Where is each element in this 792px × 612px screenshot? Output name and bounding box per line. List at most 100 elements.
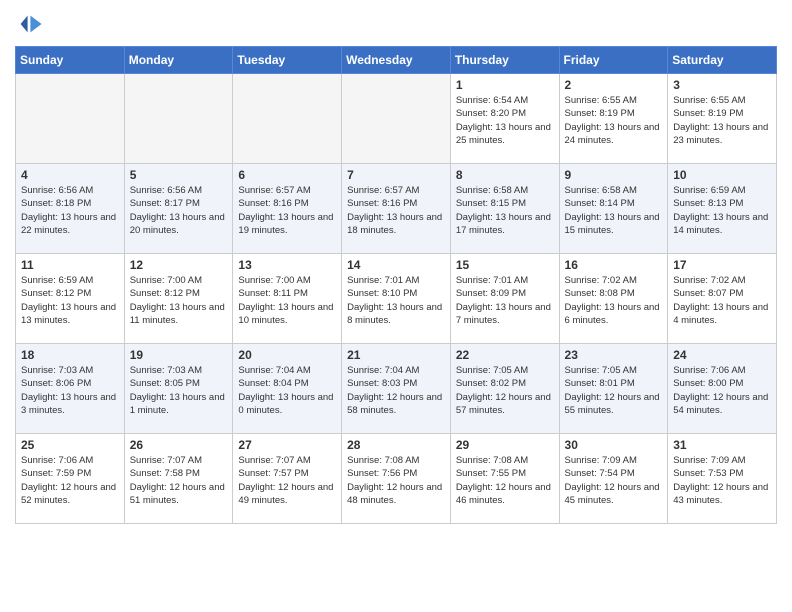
calendar-cell: 4 Sunrise: 6:56 AM Sunset: 8:18 PM Daylig… [16,164,125,254]
calendar-cell: 21 Sunrise: 7:04 AM Sunset: 8:03 PM Dayli… [342,344,451,434]
day-number: 2 [565,78,663,92]
day-number: 18 [21,348,119,362]
calendar-cell: 2 Sunrise: 6:55 AM Sunset: 8:19 PM Daylig… [559,74,668,164]
day-info: Sunrise: 7:07 AM Sunset: 7:57 PM Dayligh… [238,454,336,507]
day-info: Sunrise: 7:02 AM Sunset: 8:08 PM Dayligh… [565,274,663,327]
calendar-cell: 9 Sunrise: 6:58 AM Sunset: 8:14 PM Daylig… [559,164,668,254]
day-number: 10 [673,168,771,182]
day-info: Sunrise: 7:08 AM Sunset: 7:56 PM Dayligh… [347,454,445,507]
day-number: 5 [130,168,228,182]
day-info: Sunrise: 7:06 AM Sunset: 7:59 PM Dayligh… [21,454,119,507]
calendar-cell: 11 Sunrise: 6:59 AM Sunset: 8:12 PM Dayli… [16,254,125,344]
calendar-cell: 25Sunrise: 7:06 AM Sunset: 7:59 PM Dayli… [16,434,125,524]
day-number: 8 [456,168,554,182]
col-header-sunday: Sunday [16,47,125,74]
day-info: Sunrise: 6:58 AM Sunset: 8:15 PM Dayligh… [456,184,554,237]
day-info: Sunrise: 7:03 AM Sunset: 8:05 PM Dayligh… [130,364,228,417]
day-number: 28 [347,438,445,452]
day-number: 29 [456,438,554,452]
calendar-cell: 7 Sunrise: 6:57 AM Sunset: 8:16 PM Daylig… [342,164,451,254]
calendar-cell [233,74,342,164]
day-info: Sunrise: 7:07 AM Sunset: 7:58 PM Dayligh… [130,454,228,507]
calendar-cell: 5 Sunrise: 6:56 AM Sunset: 8:17 PM Daylig… [124,164,233,254]
calendar-cell: 28 Sunrise: 7:08 AM Sunset: 7:56 PM Dayli… [342,434,451,524]
calendar-cell: 19 Sunrise: 7:03 AM Sunset: 8:05 PM Dayli… [124,344,233,434]
calendar-week-row: 11 Sunrise: 6:59 AM Sunset: 8:12 PM Dayli… [16,254,777,344]
day-info: Sunrise: 6:54 AM Sunset: 8:20 PM Dayligh… [456,94,554,147]
calendar-cell: 12Sunrise: 7:00 AM Sunset: 8:12 PM Dayli… [124,254,233,344]
calendar-cell [16,74,125,164]
day-info: Sunrise: 7:02 AM Sunset: 8:07 PM Dayligh… [673,274,771,327]
day-number: 20 [238,348,336,362]
day-number: 14 [347,258,445,272]
day-info: Sunrise: 6:57 AM Sunset: 8:16 PM Dayligh… [347,184,445,237]
day-info: Sunrise: 7:03 AM Sunset: 8:06 PM Dayligh… [21,364,119,417]
calendar-cell: 26Sunrise: 7:07 AM Sunset: 7:58 PM Dayli… [124,434,233,524]
day-number: 4 [21,168,119,182]
calendar-cell: 18 Sunrise: 7:03 AM Sunset: 8:06 PM Dayli… [16,344,125,434]
calendar-cell: 27Sunrise: 7:07 AM Sunset: 7:57 PM Dayli… [233,434,342,524]
calendar-cell: 16 Sunrise: 7:02 AM Sunset: 8:08 PM Dayli… [559,254,668,344]
day-number: 6 [238,168,336,182]
calendar-cell: 14 Sunrise: 7:01 AM Sunset: 8:10 PM Dayli… [342,254,451,344]
col-header-monday: Monday [124,47,233,74]
day-info: Sunrise: 6:58 AM Sunset: 8:14 PM Dayligh… [565,184,663,237]
day-info: Sunrise: 6:56 AM Sunset: 8:17 PM Dayligh… [130,184,228,237]
day-info: Sunrise: 7:01 AM Sunset: 8:09 PM Dayligh… [456,274,554,327]
calendar-cell: 15Sunrise: 7:01 AM Sunset: 8:09 PM Dayli… [450,254,559,344]
day-info: Sunrise: 7:08 AM Sunset: 7:55 PM Dayligh… [456,454,554,507]
calendar-cell: 30 Sunrise: 7:09 AM Sunset: 7:54 PM Dayli… [559,434,668,524]
day-info: Sunrise: 6:55 AM Sunset: 8:19 PM Dayligh… [673,94,771,147]
day-info: Sunrise: 6:57 AM Sunset: 8:16 PM Dayligh… [238,184,336,237]
day-info: Sunrise: 7:00 AM Sunset: 8:11 PM Dayligh… [238,274,336,327]
day-info: Sunrise: 7:05 AM Sunset: 8:02 PM Dayligh… [456,364,554,417]
calendar-cell: 1 Sunrise: 6:54 AM Sunset: 8:20 PM Daylig… [450,74,559,164]
calendar-cell: 29 Sunrise: 7:08 AM Sunset: 7:55 PM Dayli… [450,434,559,524]
day-number: 13 [238,258,336,272]
day-number: 11 [21,258,119,272]
day-number: 17 [673,258,771,272]
col-header-tuesday: Tuesday [233,47,342,74]
day-info: Sunrise: 7:04 AM Sunset: 8:03 PM Dayligh… [347,364,445,417]
page-header [15,10,777,38]
day-number: 16 [565,258,663,272]
day-number: 3 [673,78,771,92]
day-number: 31 [673,438,771,452]
calendar-cell: 8 Sunrise: 6:58 AM Sunset: 8:15 PM Daylig… [450,164,559,254]
col-header-friday: Friday [559,47,668,74]
day-info: Sunrise: 7:06 AM Sunset: 8:00 PM Dayligh… [673,364,771,417]
calendar-cell [342,74,451,164]
col-header-wednesday: Wednesday [342,47,451,74]
calendar-week-row: 25Sunrise: 7:06 AM Sunset: 7:59 PM Dayli… [16,434,777,524]
col-header-thursday: Thursday [450,47,559,74]
calendar-week-row: 1 Sunrise: 6:54 AM Sunset: 8:20 PM Daylig… [16,74,777,164]
calendar-cell: 3 Sunrise: 6:55 AM Sunset: 8:19 PM Daylig… [668,74,777,164]
day-info: Sunrise: 6:56 AM Sunset: 8:18 PM Dayligh… [21,184,119,237]
calendar-cell: 24 Sunrise: 7:06 AM Sunset: 8:00 PM Dayli… [668,344,777,434]
day-number: 22 [456,348,554,362]
calendar-cell: 23 Sunrise: 7:05 AM Sunset: 8:01 PM Dayli… [559,344,668,434]
calendar-week-row: 18 Sunrise: 7:03 AM Sunset: 8:06 PM Dayli… [16,344,777,434]
day-number: 1 [456,78,554,92]
day-number: 21 [347,348,445,362]
calendar-week-row: 4 Sunrise: 6:56 AM Sunset: 8:18 PM Daylig… [16,164,777,254]
day-number: 7 [347,168,445,182]
day-number: 9 [565,168,663,182]
day-number: 30 [565,438,663,452]
logo-icon [15,10,43,38]
day-info: Sunrise: 7:04 AM Sunset: 8:04 PM Dayligh… [238,364,336,417]
day-number: 19 [130,348,228,362]
day-info: Sunrise: 6:59 AM Sunset: 8:13 PM Dayligh… [673,184,771,237]
calendar-cell: 22 Sunrise: 7:05 AM Sunset: 8:02 PM Dayli… [450,344,559,434]
day-info: Sunrise: 7:09 AM Sunset: 7:54 PM Dayligh… [565,454,663,507]
day-info: Sunrise: 7:09 AM Sunset: 7:53 PM Dayligh… [673,454,771,507]
day-info: Sunrise: 7:05 AM Sunset: 8:01 PM Dayligh… [565,364,663,417]
day-info: Sunrise: 6:59 AM Sunset: 8:12 PM Dayligh… [21,274,119,327]
day-number: 23 [565,348,663,362]
day-info: Sunrise: 6:55 AM Sunset: 8:19 PM Dayligh… [565,94,663,147]
day-info: Sunrise: 7:01 AM Sunset: 8:10 PM Dayligh… [347,274,445,327]
calendar-cell: 20 Sunrise: 7:04 AM Sunset: 8:04 PM Dayli… [233,344,342,434]
day-number: 24 [673,348,771,362]
logo [15,10,47,38]
calendar-table: SundayMondayTuesdayWednesdayThursdayFrid… [15,46,777,524]
